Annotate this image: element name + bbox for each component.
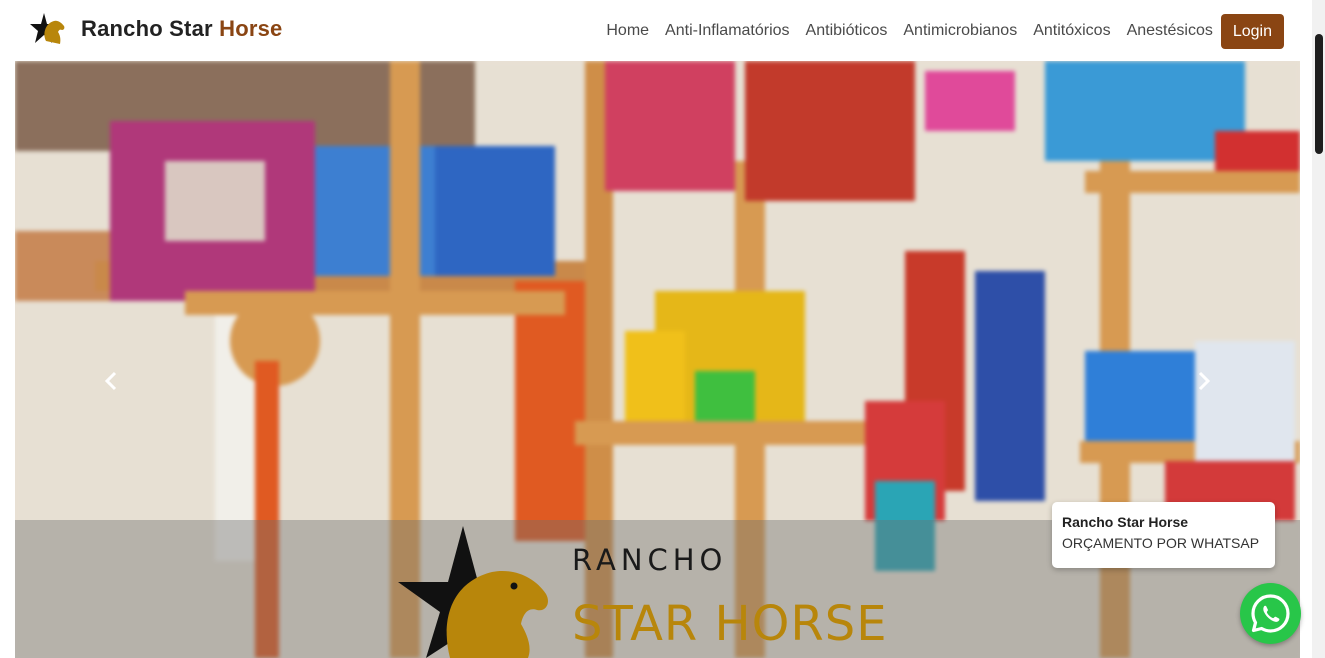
brand[interactable]: Rancho Star Horse — [30, 11, 282, 47]
navbar: Rancho Star Horse Home Anti-Inflamatório… — [0, 0, 1312, 61]
whatsapp-icon — [1251, 594, 1290, 633]
nav-antibioticos[interactable]: Antibióticos — [806, 12, 888, 50]
nav-anti-inflamatorios[interactable]: Anti-Inflamatórios — [665, 12, 790, 50]
scrollbar-thumb[interactable] — [1315, 34, 1323, 154]
page-scrollbar[interactable] — [1312, 0, 1325, 658]
whatsapp-popup-subtitle: ORÇAMENTO POR WHATSAP — [1062, 535, 1260, 551]
rancho-star-horse-logo: RANCHO STAR HORSE — [398, 526, 888, 658]
login-button[interactable]: Login — [1220, 13, 1284, 49]
main-nav: Home Anti-Inflamatórios Antibióticos Ant… — [590, 12, 1284, 50]
hero-carousel: RANCHO STAR HORSE — [15, 61, 1300, 658]
whatsapp-popup[interactable]: Rancho Star Horse ORÇAMENTO POR WHATSAP — [1052, 502, 1275, 568]
whatsapp-button[interactable] — [1240, 583, 1301, 644]
nav-antimicrobianos[interactable]: Antimicrobianos — [903, 12, 1017, 50]
nav-anestesicos[interactable]: Anestésicos — [1127, 12, 1213, 50]
nav-antitoxicos[interactable]: Antitóxicos — [1033, 12, 1110, 50]
carousel-next-button[interactable] — [1194, 366, 1214, 396]
logo-line-star-horse: STAR HORSE — [572, 596, 888, 652]
whatsapp-popup-title: Rancho Star Horse — [1062, 514, 1189, 530]
brand-name: Rancho Star Horse — [81, 16, 283, 41]
carousel-prev-button[interactable] — [101, 366, 121, 396]
logo-line-rancho: RANCHO — [572, 543, 727, 577]
star-horse-logo-icon — [30, 13, 65, 44]
nav-home[interactable]: Home — [606, 12, 649, 50]
